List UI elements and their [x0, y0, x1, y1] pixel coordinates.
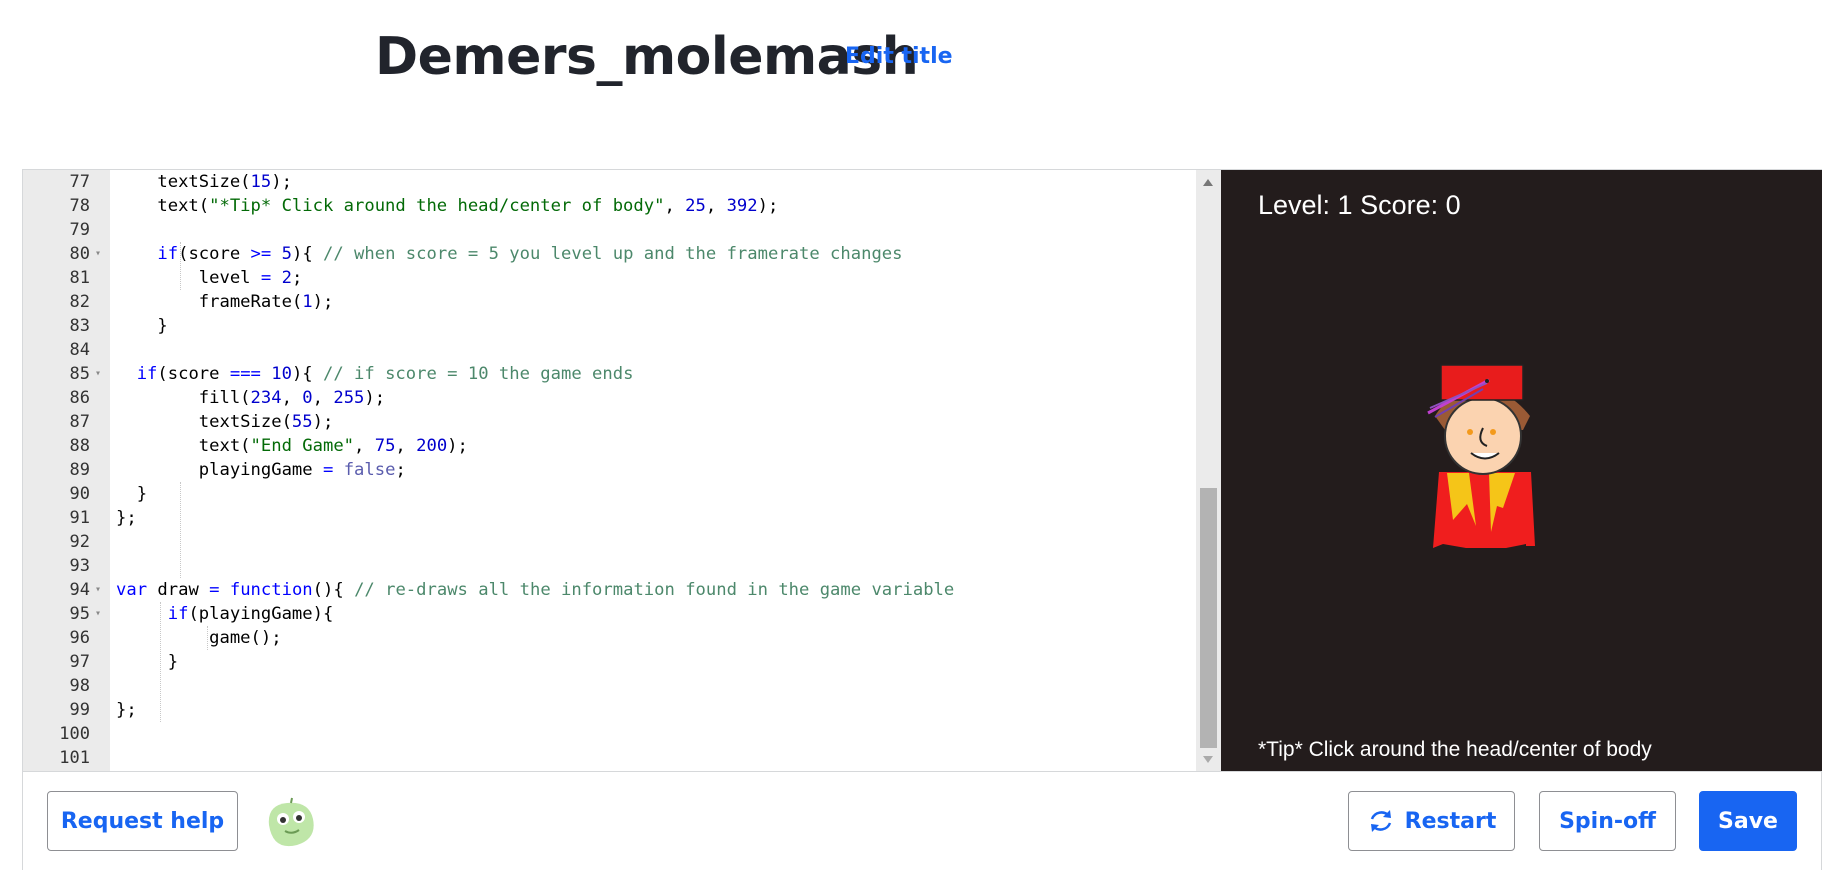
fold-arrow-icon[interactable]: ▾	[95, 362, 101, 386]
fold-arrow-icon[interactable]: ▾	[95, 602, 101, 626]
code-text: game();	[116, 628, 282, 648]
code-line[interactable]: 88 text("End Game", 75, 200);	[23, 434, 1196, 458]
line-number: 94	[69, 580, 90, 600]
code-text: playingGame = false;	[116, 460, 406, 480]
mole-character[interactable]	[1221, 170, 1822, 771]
indent-guide	[180, 482, 181, 578]
code-line[interactable]: 95 ▾ if(playingGame){	[23, 602, 1196, 626]
code-line[interactable]: 97 }	[23, 650, 1196, 674]
code-text: textSize(15);	[116, 172, 292, 192]
line-number: 87	[69, 412, 90, 432]
code-line[interactable]: 99};	[23, 698, 1196, 722]
code-text: textSize(55);	[116, 412, 334, 432]
code-text: }	[116, 316, 168, 336]
character-face	[1444, 397, 1522, 475]
line-number: 89	[69, 460, 90, 480]
code-line[interactable]: 101	[23, 746, 1196, 770]
line-number: 82	[69, 292, 90, 312]
line-number: 79	[69, 220, 90, 240]
code-line[interactable]: 81 level = 2;	[23, 266, 1196, 290]
line-number: 98	[69, 676, 90, 696]
refresh-icon	[1367, 807, 1395, 835]
fold-arrow-icon[interactable]: ▾	[95, 578, 101, 602]
line-number: 90	[69, 484, 90, 504]
code-text: };	[116, 700, 137, 720]
code-line[interactable]: 89 playingGame = false;	[23, 458, 1196, 482]
scroll-down-arrow[interactable]	[1203, 756, 1213, 763]
line-number: 100	[59, 724, 90, 744]
code-text: }	[116, 484, 148, 504]
code-line[interactable]: 86 fill(234, 0, 255);	[23, 386, 1196, 410]
tip-text: *Tip* Click around the head/center of bo…	[1258, 738, 1652, 761]
code-text: fill(234, 0, 255);	[116, 388, 386, 408]
line-number: 78	[69, 196, 90, 216]
code-text: text("*Tip* Click around the head/center…	[116, 196, 779, 216]
line-number: 83	[69, 316, 90, 336]
code-line[interactable]: 77 textSize(15);	[23, 170, 1196, 194]
line-number: 88	[69, 436, 90, 456]
code-line[interactable]: 98	[23, 674, 1196, 698]
code-line[interactable]: 92	[23, 530, 1196, 554]
save-button[interactable]: Save	[1699, 791, 1797, 851]
request-help-button[interactable]: Request help	[47, 791, 238, 851]
fold-arrow-icon[interactable]: ▾	[95, 242, 101, 266]
indent-guide	[180, 242, 181, 290]
code-text: var draw = function(){ // re-draws all t…	[116, 580, 955, 600]
code-line[interactable]: 85 ▾ if(score === 10){ // if score = 10 t…	[23, 362, 1196, 386]
restart-label: Restart	[1404, 808, 1497, 834]
scroll-thumb[interactable]	[1200, 488, 1217, 748]
edit-title-link[interactable]: Edit title	[845, 43, 953, 71]
line-number: 80	[69, 244, 90, 264]
workspace: 77 textSize(15); 78 text("*Tip* Click aro…	[22, 169, 1822, 870]
scroll-up-arrow[interactable]	[1203, 179, 1213, 186]
code-line[interactable]: 84	[23, 338, 1196, 362]
code-line[interactable]: 79	[23, 218, 1196, 242]
code-line[interactable]: 83 }	[23, 314, 1196, 338]
code-text: }	[116, 652, 179, 672]
code-line[interactable]: 82 frameRate(1);	[23, 290, 1196, 314]
code-text: frameRate(1);	[116, 292, 334, 312]
line-number: 84	[69, 340, 90, 360]
line-number: 85	[69, 364, 90, 384]
program-canvas[interactable]: Level: 1 Score: 0 *Tip* Click around the…	[1221, 170, 1822, 771]
code-text: if(score === 10){ // if score = 10 the g…	[136, 364, 634, 384]
avatar	[268, 797, 314, 847]
indent-guide	[207, 626, 208, 650]
code-text: if(playingGame){	[167, 604, 334, 624]
code-line[interactable]: 90 }	[23, 482, 1196, 506]
character-body	[1433, 472, 1535, 548]
restart-button[interactable]: Restart	[1348, 791, 1515, 851]
line-number: 96	[69, 628, 90, 648]
code-line[interactable]: 78 text("*Tip* Click around the head/cen…	[23, 194, 1196, 218]
code-text: text("End Game", 75, 200);	[116, 436, 468, 456]
indent-guide	[160, 602, 161, 722]
line-number: 81	[69, 268, 90, 288]
code-line[interactable]: 80 ▾ if(score >= 5){ // when score = 5 yo…	[23, 242, 1196, 266]
line-number: 95	[69, 604, 90, 624]
line-number: 86	[69, 388, 90, 408]
page-title: Demers_molemash	[375, 27, 919, 87]
code-line[interactable]: 100	[23, 722, 1196, 746]
line-number: 101	[59, 748, 90, 768]
code-text: level = 2;	[116, 268, 303, 288]
line-number: 97	[69, 652, 90, 672]
line-number: 99	[69, 700, 90, 720]
code-lines[interactable]: 77 textSize(15); 78 text("*Tip* Click aro…	[23, 170, 1196, 770]
code-text: if(score >= 5){ // when score = 5 you le…	[157, 244, 903, 264]
code-line[interactable]: 94 ▾ var draw = function(){ // re-draws al…	[23, 578, 1196, 602]
code-line[interactable]: 93	[23, 554, 1196, 578]
line-number: 77	[69, 172, 90, 192]
code-line[interactable]: 96 game();	[23, 626, 1196, 650]
spin-off-button[interactable]: Spin-off	[1539, 791, 1676, 851]
code-text: };	[116, 508, 137, 528]
code-line[interactable]: 87 textSize(55);	[23, 410, 1196, 434]
line-number: 93	[69, 556, 90, 576]
editor-footer: Request help Restart Spin-off Save	[23, 771, 1821, 870]
code-editor[interactable]: 77 textSize(15); 78 text("*Tip* Click aro…	[23, 170, 1221, 771]
code-line[interactable]: 91};	[23, 506, 1196, 530]
line-number: 91	[69, 508, 90, 528]
editor-scrollbar[interactable]	[1196, 170, 1221, 771]
line-number: 92	[69, 532, 90, 552]
